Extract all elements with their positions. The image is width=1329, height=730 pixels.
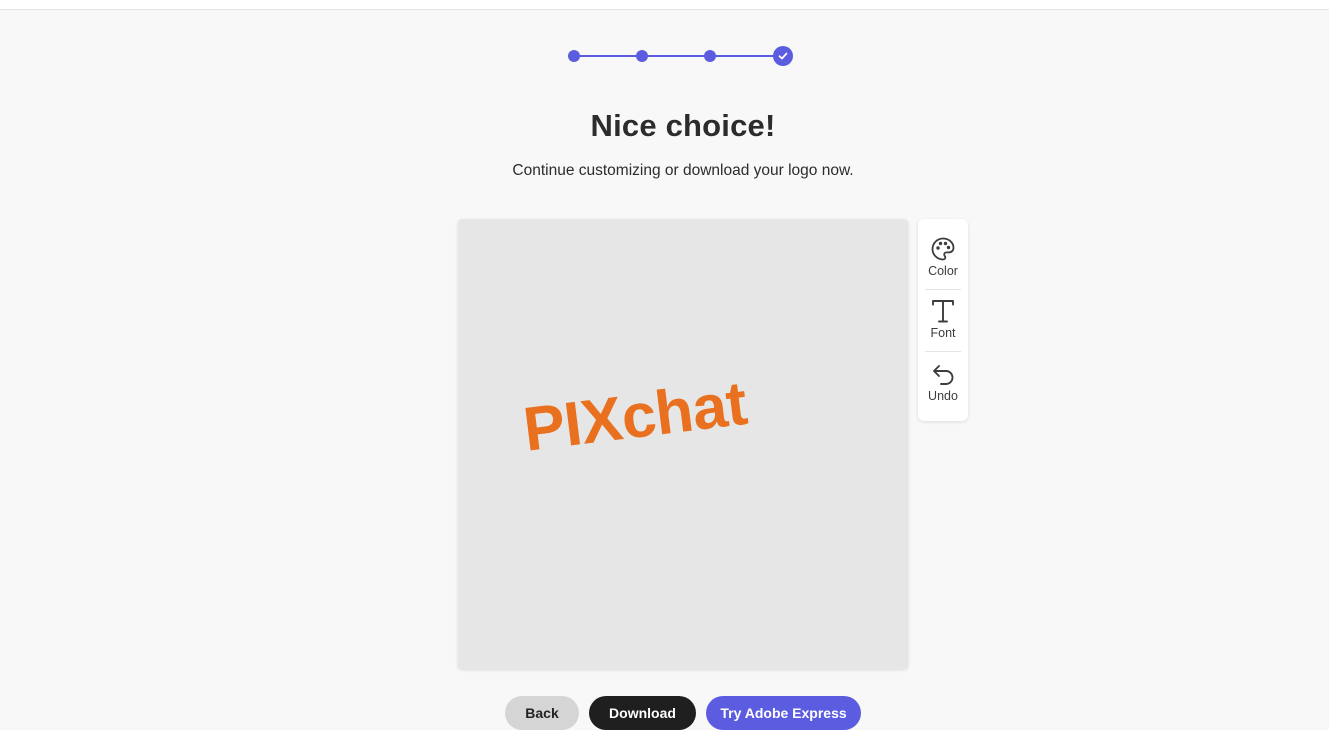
- download-button[interactable]: Download: [589, 696, 696, 730]
- font-tool-button[interactable]: Font: [918, 289, 968, 351]
- progress-stepper: [567, 45, 795, 67]
- logo-text: PIXchat: [519, 368, 751, 465]
- top-header-bar: [0, 0, 1329, 10]
- back-button[interactable]: Back: [505, 696, 579, 730]
- stepper-connector: [642, 55, 710, 57]
- palette-icon: [931, 237, 955, 261]
- text-icon: [932, 300, 954, 323]
- page-title: Nice choice!: [590, 108, 776, 143]
- page-subtitle: Continue customizing or download your lo…: [512, 162, 854, 179]
- try-adobe-express-button[interactable]: Try Adobe Express: [706, 696, 861, 730]
- stepper-connector: [574, 55, 642, 57]
- stepper-step-1: [568, 50, 580, 62]
- check-icon: [778, 52, 788, 60]
- color-tool-label: Color: [928, 264, 958, 278]
- stepper-step-4-complete: [773, 46, 793, 66]
- undo-icon: [933, 365, 954, 385]
- stepper-connector: [710, 55, 780, 57]
- stepper-step-2: [636, 50, 648, 62]
- customize-toolbar: Color Font Undo: [918, 219, 968, 421]
- stepper-step-3: [704, 50, 716, 62]
- font-tool-label: Font: [930, 326, 956, 340]
- undo-tool-button[interactable]: Undo: [918, 352, 968, 414]
- logo-preview-canvas: PIXchat: [458, 219, 908, 669]
- color-tool-button[interactable]: Color: [918, 227, 968, 289]
- undo-tool-label: Undo: [928, 389, 958, 403]
